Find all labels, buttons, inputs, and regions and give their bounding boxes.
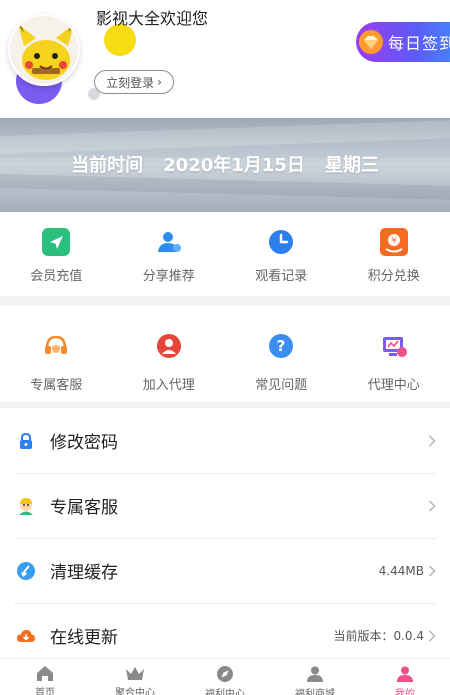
cache-size-value: 4.44MB <box>378 563 424 578</box>
chevron-right-icon <box>428 434 436 447</box>
headset-icon <box>42 332 70 360</box>
banner-texture <box>0 118 450 156</box>
nav-item-label: 聚合中心 <box>115 688 155 695</box>
compass-icon <box>214 665 236 683</box>
current-time-row: 当前时间 2020年1月15日 星期三 <box>0 151 450 177</box>
chevron-right-icon <box>428 629 436 642</box>
settings-row-label: 在线更新 <box>50 628 118 648</box>
send-icon <box>42 228 71 256</box>
grid-item-label: 分享推荐 <box>142 269 195 284</box>
settings-row-clear-cache[interactable]: 清理缓存 4.44MB <box>0 538 450 603</box>
settings-row-label: 清理缓存 <box>50 563 118 583</box>
grid-item-label: 加入代理 <box>142 378 195 393</box>
broom-icon <box>16 561 36 581</box>
grid-item-label: 积分兑换 <box>367 269 420 284</box>
grid-item-vip-recharge[interactable]: 会员充值 <box>0 212 113 296</box>
coin-exchange-icon: ¥ <box>379 228 408 256</box>
banner-texture <box>0 172 450 202</box>
settings-row-label: 修改密码 <box>50 433 118 453</box>
nav-item-home[interactable]: 首页 <box>0 659 90 695</box>
agent-center-icon <box>380 332 408 360</box>
time-label: 当前时间 <box>71 155 144 176</box>
grid-item-label: 会员充值 <box>30 269 83 284</box>
login-button[interactable]: 立刻登录 › <box>94 70 174 94</box>
svg-text:?: ? <box>277 337 286 355</box>
chevron-right-icon <box>428 499 436 512</box>
settings-row-change-password[interactable]: 修改密码 <box>0 408 450 473</box>
chevron-right-icon: › <box>157 75 162 89</box>
grid-item-label: 常见问题 <box>255 378 308 393</box>
grid-item-join-agent[interactable]: 加入代理 <box>113 306 226 402</box>
grid-item-label: 专属客服 <box>30 378 83 393</box>
user-icon <box>304 665 326 683</box>
secondary-feature-grid: 专属客服 加入代理 ? 常见问题 代理中心 <box>0 306 450 402</box>
pikachu-avatar-icon <box>10 16 78 84</box>
grid-item-points-exchange[interactable]: ¥ 积分兑换 <box>338 212 450 296</box>
bottom-nav: 首页 聚合中心 福利中心 福利商城 我的 <box>0 658 450 695</box>
nav-item-label: 首页 <box>35 688 55 695</box>
crown-icon <box>124 665 146 682</box>
diamond-icon <box>359 30 383 54</box>
home-icon <box>34 665 56 682</box>
nav-item-label: 我的 <box>395 689 415 695</box>
grid-item-faq[interactable]: ? 常见问题 <box>225 306 338 402</box>
date-text: 2020年1月15日 <box>163 155 305 176</box>
primary-feature-grid: 会员充值 分享推荐 观看记录 ¥ 积分兑换 <box>0 212 450 296</box>
weekday-text: 星期三 <box>324 155 379 176</box>
nav-item-label: 福利中心 <box>205 689 245 695</box>
grid-item-label: 观看记录 <box>255 269 308 284</box>
date-banner: 当前时间 2020年1月15日 星期三 <box>0 118 450 212</box>
svg-text:¥: ¥ <box>391 236 396 245</box>
nav-item-mine[interactable]: 我的 <box>360 659 450 695</box>
profile-header: 影视大全欢迎您 立刻登录 › 每日签到 <box>0 0 450 118</box>
checkin-label: 每日签到 <box>388 34 450 53</box>
nav-item-label: 福利商城 <box>295 689 335 695</box>
settings-list: 修改密码 专属客服 清理缓存 4.44MB 在线更新 当前版本：0.0.4 <box>0 408 450 658</box>
settings-row-label: 专属客服 <box>50 498 118 518</box>
profile-icon <box>394 665 416 683</box>
nav-item-welfare-mall[interactable]: 福利商城 <box>270 659 360 695</box>
daily-checkin-button[interactable]: 每日签到 <box>356 22 450 62</box>
grid-item-share[interactable]: 分享推荐 <box>113 212 226 296</box>
login-label: 立刻登录 <box>106 75 155 90</box>
clock-icon <box>267 228 295 256</box>
support-avatar-icon <box>16 496 36 516</box>
cloud-download-icon <box>16 626 36 646</box>
settings-row-exclusive-service[interactable]: 专属客服 <box>0 473 450 538</box>
chevron-right-icon <box>428 564 436 577</box>
question-icon: ? <box>267 332 295 360</box>
lock-icon <box>16 431 36 451</box>
welcome-text: 影视大全欢迎您 <box>96 9 209 28</box>
grid-item-label: 代理中心 <box>367 378 420 393</box>
app-version-value: 当前版本：0.0.4 <box>333 629 424 643</box>
avatar[interactable] <box>8 14 80 86</box>
grid-item-agent-center[interactable]: 代理中心 <box>338 306 450 402</box>
user-share-icon <box>155 228 183 256</box>
nav-item-aggregation[interactable]: 聚合中心 <box>90 659 180 695</box>
grid-item-exclusive-service[interactable]: 专属客服 <box>0 306 113 402</box>
nav-item-welfare-center[interactable]: 福利中心 <box>180 659 270 695</box>
agent-icon <box>155 332 183 360</box>
grid-item-watch-history[interactable]: 观看记录 <box>225 212 338 296</box>
